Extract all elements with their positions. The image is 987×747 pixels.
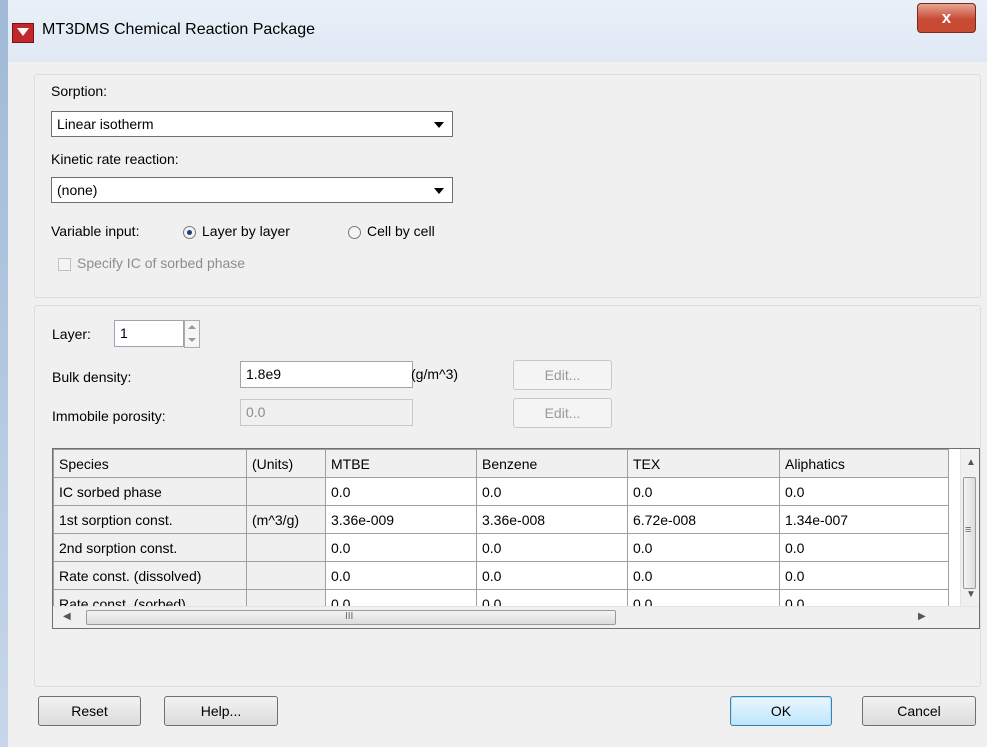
- scroll-down-icon[interactable]: ▼: [966, 589, 976, 600]
- table-row[interactable]: IC sorbed phase 0.0 0.0 0.0 0.0: [53, 477, 949, 506]
- specify-ic-checkbox[interactable]: [58, 258, 71, 271]
- table-cell[interactable]: 0.0: [325, 477, 477, 506]
- row-header-cell: (m^3/g): [246, 505, 326, 534]
- table-cell[interactable]: 3.36e-008: [476, 505, 628, 534]
- table-row[interactable]: 1st sorption const. (m^3/g) 3.36e-009 3.36e…: [53, 505, 949, 534]
- column-header: (Units): [246, 449, 326, 478]
- table-cell[interactable]: 0.0: [476, 477, 628, 506]
- title-bar[interactable]: MT3DMS Chemical Reaction Package x: [8, 0, 987, 62]
- sorption-dropdown[interactable]: Linear isotherm: [51, 111, 453, 137]
- chevron-down-icon: [434, 122, 444, 128]
- table-cell[interactable]: 0.0: [779, 533, 949, 562]
- cell-by-cell-label[interactable]: Cell by cell: [367, 223, 435, 239]
- immobile-porosity-value: 0.0: [246, 404, 266, 420]
- sorption-value: Linear isotherm: [57, 116, 154, 132]
- table-cell[interactable]: 3.36e-009: [325, 505, 477, 534]
- window-title: MT3DMS Chemical Reaction Package: [42, 21, 315, 38]
- kinetic-rate-dropdown[interactable]: (none): [51, 177, 453, 203]
- table-cell[interactable]: 0.0: [627, 533, 780, 562]
- column-header: Benzene: [476, 449, 628, 478]
- cancel-button[interactable]: Cancel: [862, 696, 976, 726]
- specify-ic-label: Specify IC of sorbed phase: [77, 255, 246, 271]
- close-icon: x: [941, 8, 952, 27]
- horizontal-scroll-thumb[interactable]: III: [86, 610, 616, 625]
- bulk-density-value: 1.8e9: [246, 366, 282, 382]
- row-header-cell: [246, 533, 326, 562]
- cell-by-cell-radio[interactable]: [348, 226, 361, 239]
- vertical-scrollbar[interactable]: ▲ ≡ ▼: [960, 449, 979, 607]
- immobile-porosity-edit-button[interactable]: Edit...: [513, 398, 612, 428]
- window-frame-edge: [0, 0, 8, 747]
- table-cell[interactable]: 0.0: [325, 533, 477, 562]
- help-button[interactable]: Help...: [164, 696, 278, 726]
- species-grid: Species (Units) MTBE Benzene TEX Aliphatics IC…: [53, 449, 949, 618]
- bulk-density-edit-button[interactable]: Edit...: [513, 360, 612, 390]
- row-header-cell: [246, 561, 326, 590]
- column-header: TEX: [627, 449, 780, 478]
- bulk-density-label: Bulk density:: [52, 369, 132, 385]
- row-header-cell: IC sorbed phase: [53, 477, 247, 506]
- scroll-left-icon[interactable]: ◀: [63, 611, 71, 622]
- horizontal-scrollbar[interactable]: ◀ III ▶: [53, 606, 979, 628]
- scroll-grip-icon: III: [345, 611, 354, 622]
- column-header: Species: [53, 449, 247, 478]
- layer-number-input[interactable]: 1: [114, 320, 184, 347]
- layer-spinner[interactable]: [184, 320, 200, 348]
- table-cell[interactable]: 0.0: [476, 561, 628, 590]
- layer-number-value: 1: [120, 325, 128, 341]
- table-cell[interactable]: 0.0: [627, 477, 780, 506]
- column-header: Aliphatics: [779, 449, 949, 478]
- dialog-client: Sorption: Linear isotherm Kinetic rate r…: [8, 62, 987, 747]
- layer-by-layer-radio[interactable]: [183, 226, 196, 239]
- table-cell[interactable]: 1.34e-007: [779, 505, 949, 534]
- table-row[interactable]: 2nd sorption const. 0.0 0.0 0.0 0.0: [53, 533, 949, 562]
- spin-up-icon[interactable]: [188, 325, 196, 329]
- scroll-grip-icon: ≡: [965, 524, 972, 536]
- immobile-porosity-input[interactable]: 0.0: [240, 399, 413, 426]
- table-cell[interactable]: 0.0: [325, 561, 477, 590]
- app-icon: [12, 23, 34, 43]
- table-cell[interactable]: 0.0: [779, 477, 949, 506]
- vertical-scroll-thumb[interactable]: ≡: [963, 477, 976, 589]
- scroll-right-icon[interactable]: ▶: [918, 611, 926, 622]
- table-header-row: Species (Units) MTBE Benzene TEX Aliphatics: [53, 449, 949, 478]
- row-header-cell: 2nd sorption const.: [53, 533, 247, 562]
- table-cell[interactable]: 6.72e-008: [627, 505, 780, 534]
- sorption-label: Sorption:: [51, 83, 108, 99]
- scroll-up-icon[interactable]: ▲: [966, 457, 976, 468]
- row-header-cell: Rate const. (dissolved): [53, 561, 247, 590]
- table-row[interactable]: Rate const. (dissolved) 0.0 0.0 0.0 0.0: [53, 561, 949, 590]
- table-cell[interactable]: 0.0: [627, 561, 780, 590]
- ok-button[interactable]: OK: [730, 696, 832, 726]
- table-cell[interactable]: 0.0: [476, 533, 628, 562]
- row-header-cell: [246, 477, 326, 506]
- bulk-density-input[interactable]: 1.8e9: [240, 361, 413, 388]
- layer-label: Layer:: [52, 326, 91, 342]
- column-header: MTBE: [325, 449, 477, 478]
- table-cell[interactable]: 0.0: [779, 561, 949, 590]
- kinetic-rate-label: Kinetic rate reaction:: [51, 151, 179, 167]
- close-button[interactable]: x: [917, 3, 976, 33]
- row-header-cell: 1st sorption const.: [53, 505, 247, 534]
- layer-by-layer-label[interactable]: Layer by layer: [202, 223, 290, 239]
- spin-down-icon[interactable]: [188, 338, 196, 342]
- variable-input-label: Variable input:: [51, 223, 140, 239]
- kinetic-rate-value: (none): [57, 182, 98, 198]
- reset-button[interactable]: Reset: [38, 696, 141, 726]
- chevron-down-icon: [434, 188, 444, 194]
- species-table[interactable]: Species (Units) MTBE Benzene TEX Aliphatics IC…: [52, 448, 980, 629]
- immobile-porosity-label: Immobile porosity:: [52, 408, 166, 424]
- bulk-density-units: (g/m^3): [411, 366, 459, 382]
